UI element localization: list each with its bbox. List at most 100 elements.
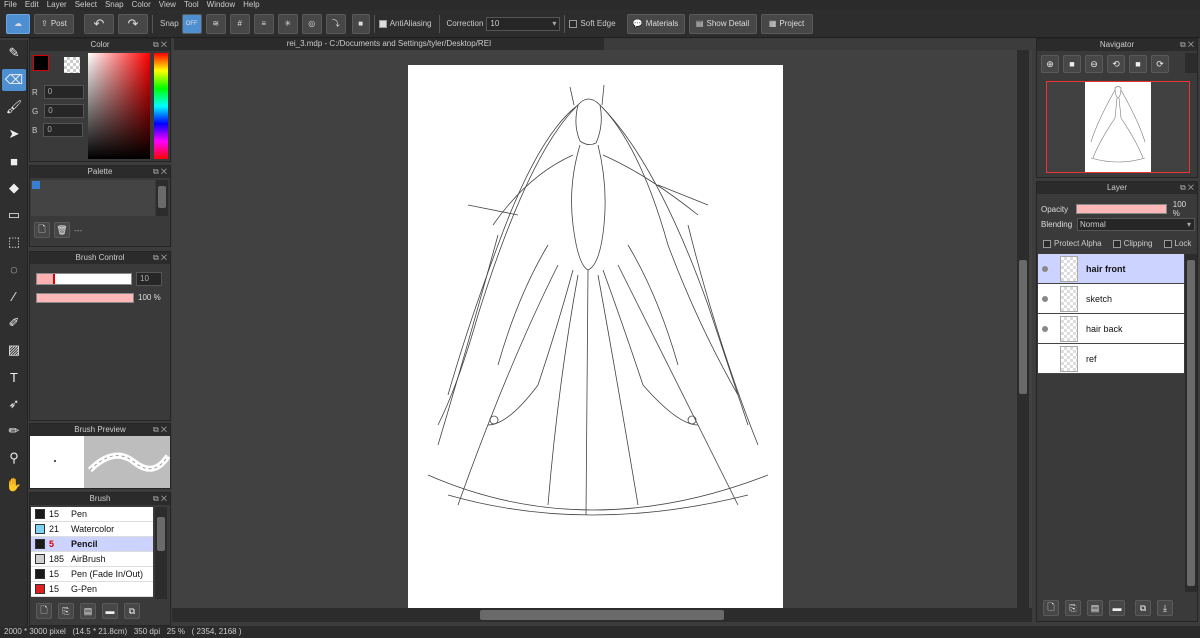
snap-off-button[interactable]: OFF [181,13,202,34]
layer-visibility-toggle[interactable] [1038,344,1052,374]
list-item[interactable]: 15 Pen [31,507,153,522]
layer-scrollbar[interactable] [1185,254,1197,592]
navigator-scrollbar[interactable] [1185,53,1197,73]
eyedropper-icon[interactable]: ⚲ [2,447,26,469]
text-icon[interactable]: T [2,366,26,388]
select-pen-icon[interactable]: ✐ [2,312,26,334]
panel-close-icon[interactable]: ⧉ ✕ [1180,39,1194,51]
layer-opacity-slider[interactable] [1076,204,1167,214]
panel-close-icon[interactable]: ⧉ ✕ [153,166,167,178]
merge-down-icon[interactable]: ⤓ [1157,600,1173,616]
soft-edge-checkbox[interactable] [569,19,578,28]
hand-icon[interactable]: ✋ [2,474,26,496]
menu-help[interactable]: Help [243,0,259,10]
rotate-right-icon[interactable]: ⟳ [1151,55,1169,73]
brush-icon[interactable]: 🖌 [2,96,26,118]
clipping-checkbox[interactable] [1112,239,1121,248]
snap-grid-icon[interactable]: # [229,13,250,34]
eraser-icon[interactable]: ⌫ [2,69,26,91]
menu-select[interactable]: Select [75,0,97,10]
layer-row-sketch[interactable]: sketch [1038,284,1184,314]
stroke-square-icon[interactable]: ■ [351,13,370,34]
hue-slider[interactable] [154,53,168,159]
rotate-left-icon[interactable]: ⟲ [1107,55,1125,73]
list-item[interactable]: 185 AirBrush [31,552,153,567]
menu-file[interactable]: File [4,0,17,10]
protect-alpha-checkbox[interactable] [1043,239,1051,248]
snap-curve-icon[interactable]: ⤵ [325,13,346,34]
new-palette-icon[interactable]: 🗋 [34,222,50,238]
menu-layer[interactable]: Layer [47,0,67,10]
snap-parallel-icon[interactable]: ≋ [205,13,226,34]
stop-icon[interactable]: ■ [1063,55,1081,73]
panel-close-icon[interactable]: ⧉ ✕ [1180,182,1194,194]
move-icon[interactable]: ➶ [2,393,26,415]
palette-scrollbar[interactable] [156,180,168,216]
navigator-preview[interactable] [1046,81,1190,173]
gradient-icon[interactable]: ▭ [2,204,26,226]
zoom-out-icon[interactable]: ⊖ [1085,55,1103,73]
rect-select-icon[interactable]: ⬚ [2,231,26,253]
brush-opacity-slider[interactable] [36,293,134,303]
zoom-in-icon[interactable]: ⊕ [1041,55,1059,73]
menu-tool[interactable]: Tool [184,0,199,10]
snap-circle-icon[interactable]: ◎ [301,13,322,34]
document-tab[interactable]: rei_3.mdp - C:/Documents and Settings/ty… [174,38,604,50]
snap-radial-icon[interactable]: ✳ [277,13,298,34]
redo-button[interactable]: ↷ [118,13,148,34]
scroll-thumb[interactable] [1187,260,1195,586]
canvas-vertical-scrollbar[interactable] [1017,50,1029,608]
brush-list-scrollbar[interactable] [155,507,167,599]
layer-row-hair-back[interactable]: hair back [1038,314,1184,344]
scroll-thumb[interactable] [158,186,166,208]
menu-window[interactable]: Window [207,0,235,10]
scroll-thumb[interactable] [480,610,724,620]
cloud-icon[interactable]: ☁ [6,13,30,34]
copy-brush-icon[interactable]: ⎘ [58,603,74,619]
new-layer-alt-icon[interactable]: ⎘ [1065,600,1081,616]
magic-wand-icon[interactable]: ⁄ [2,285,26,307]
antialiasing-checkbox[interactable] [378,19,387,28]
foreground-color-swatch[interactable] [33,55,49,71]
list-item[interactable]: 5 Pencil [31,537,153,552]
undo-button[interactable]: ↶ [84,13,114,34]
layer-settings-icon[interactable]: ▤ [1087,600,1103,616]
scroll-thumb[interactable] [157,517,165,551]
snap-perspective-icon[interactable]: ≡ [253,13,274,34]
r-input[interactable]: 0 [43,85,84,99]
folder-icon[interactable]: ▬ [102,603,118,619]
lock-checkbox[interactable] [1163,239,1172,248]
layer-row-ref[interactable]: ref [1038,344,1184,374]
new-brush-icon[interactable]: 🗋 [36,603,52,619]
menu-edit[interactable]: Edit [25,0,39,10]
layer-visibility-toggle[interactable] [1038,314,1052,344]
fill-square-icon[interactable]: ■ [2,150,26,172]
brush-settings-icon[interactable]: ▤ [80,603,96,619]
new-layer-icon[interactable]: 🗋 [1043,600,1059,616]
b-input[interactable]: 0 [43,123,84,137]
menu-view[interactable]: View [159,0,176,10]
correction-select[interactable]: 10 ▾ [486,16,561,31]
trash-icon[interactable]: 🗑 [54,222,70,238]
project-button[interactable]: ▦ Project [760,13,813,34]
panel-close-icon[interactable]: ⧉ ✕ [153,252,167,264]
list-item[interactable]: 21 Watercolor [31,522,153,537]
dropper-pen-icon[interactable]: ✏ [2,420,26,442]
reset-rotation-icon[interactable]: ■ [1129,55,1147,73]
menu-snap[interactable]: Snap [105,0,124,10]
layer-visibility-toggle[interactable] [1038,284,1052,314]
bucket-icon[interactable]: ◆ [2,177,26,199]
slider-handle[interactable] [53,274,55,284]
list-item[interactable]: 15 G-Pen [31,582,153,597]
canvas-horizontal-scrollbar[interactable] [172,608,1032,622]
transparent-swatch[interactable] [64,57,80,73]
brush-size-slider[interactable] [36,273,132,285]
scroll-thumb[interactable] [1019,260,1027,394]
layer-row-hair-front[interactable]: hair front [1038,254,1184,284]
panel-close-icon[interactable]: ⧉ ✕ [153,493,167,505]
layer-visibility-toggle[interactable] [1038,254,1052,284]
blending-select[interactable]: Normal ▾ [1077,218,1195,231]
show-detail-button[interactable]: ▤ Show Detail [688,13,757,34]
brush-size-value[interactable]: 10 [136,272,162,286]
list-item[interactable]: 15 Pen (Fade In/Out) [31,567,153,582]
